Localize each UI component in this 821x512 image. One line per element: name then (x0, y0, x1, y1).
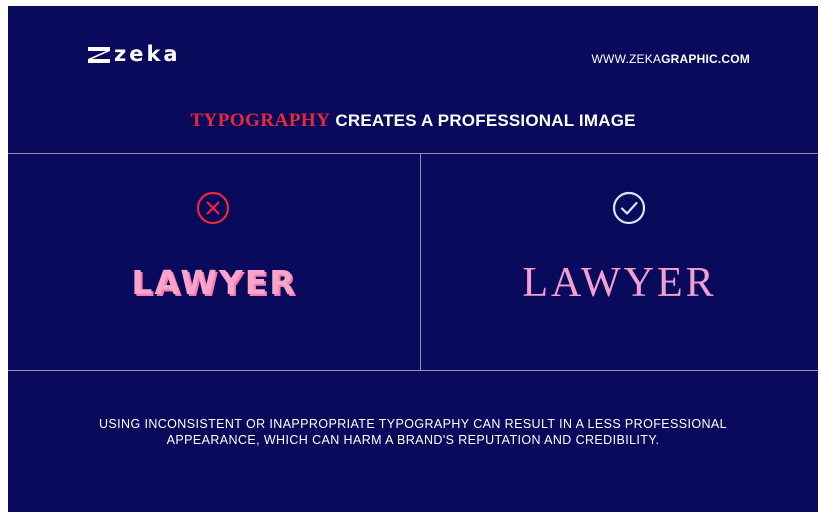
caption: USING INCONSISTENT OR INAPPROPRIATE TYPO… (68, 416, 758, 448)
headline-rest: CREATES A PROFESSIONAL IMAGE (330, 111, 636, 130)
good-example-panel: LAWYER (421, 155, 818, 370)
caption-line-1: USING INCONSISTENT OR INAPPROPRIATE TYPO… (99, 417, 727, 431)
headline-accent: TYPOGRAPHY (190, 110, 331, 131)
website-url: WWW.ZEKAGRAPHIC.COM (592, 52, 750, 66)
logo-text: zeka (114, 42, 181, 66)
bad-example-panel: LAWYER (8, 155, 420, 370)
x-circle-icon (196, 191, 230, 225)
good-typography-word: LAWYER (522, 260, 717, 306)
check-circle-icon (612, 191, 646, 225)
top-divider (8, 153, 818, 154)
logo-mark-icon (88, 46, 110, 63)
zeka-logo: zeka (88, 44, 181, 65)
infographic-card: zeka WWW.ZEKAGRAPHIC.COM TYPOGRAPHY CREA… (8, 6, 818, 512)
caption-line-2: APPEARANCE, WHICH CAN HARM A BRAND'S REP… (166, 433, 660, 447)
bottom-divider (8, 370, 818, 371)
bad-typography-word: LAWYER (131, 263, 297, 302)
headline: TYPOGRAPHY CREATES A PROFESSIONAL IMAGE (8, 110, 818, 132)
website-url-light: WWW.ZEKA (591, 52, 662, 66)
website-url-bold: GRAPHIC.COM (661, 52, 750, 66)
